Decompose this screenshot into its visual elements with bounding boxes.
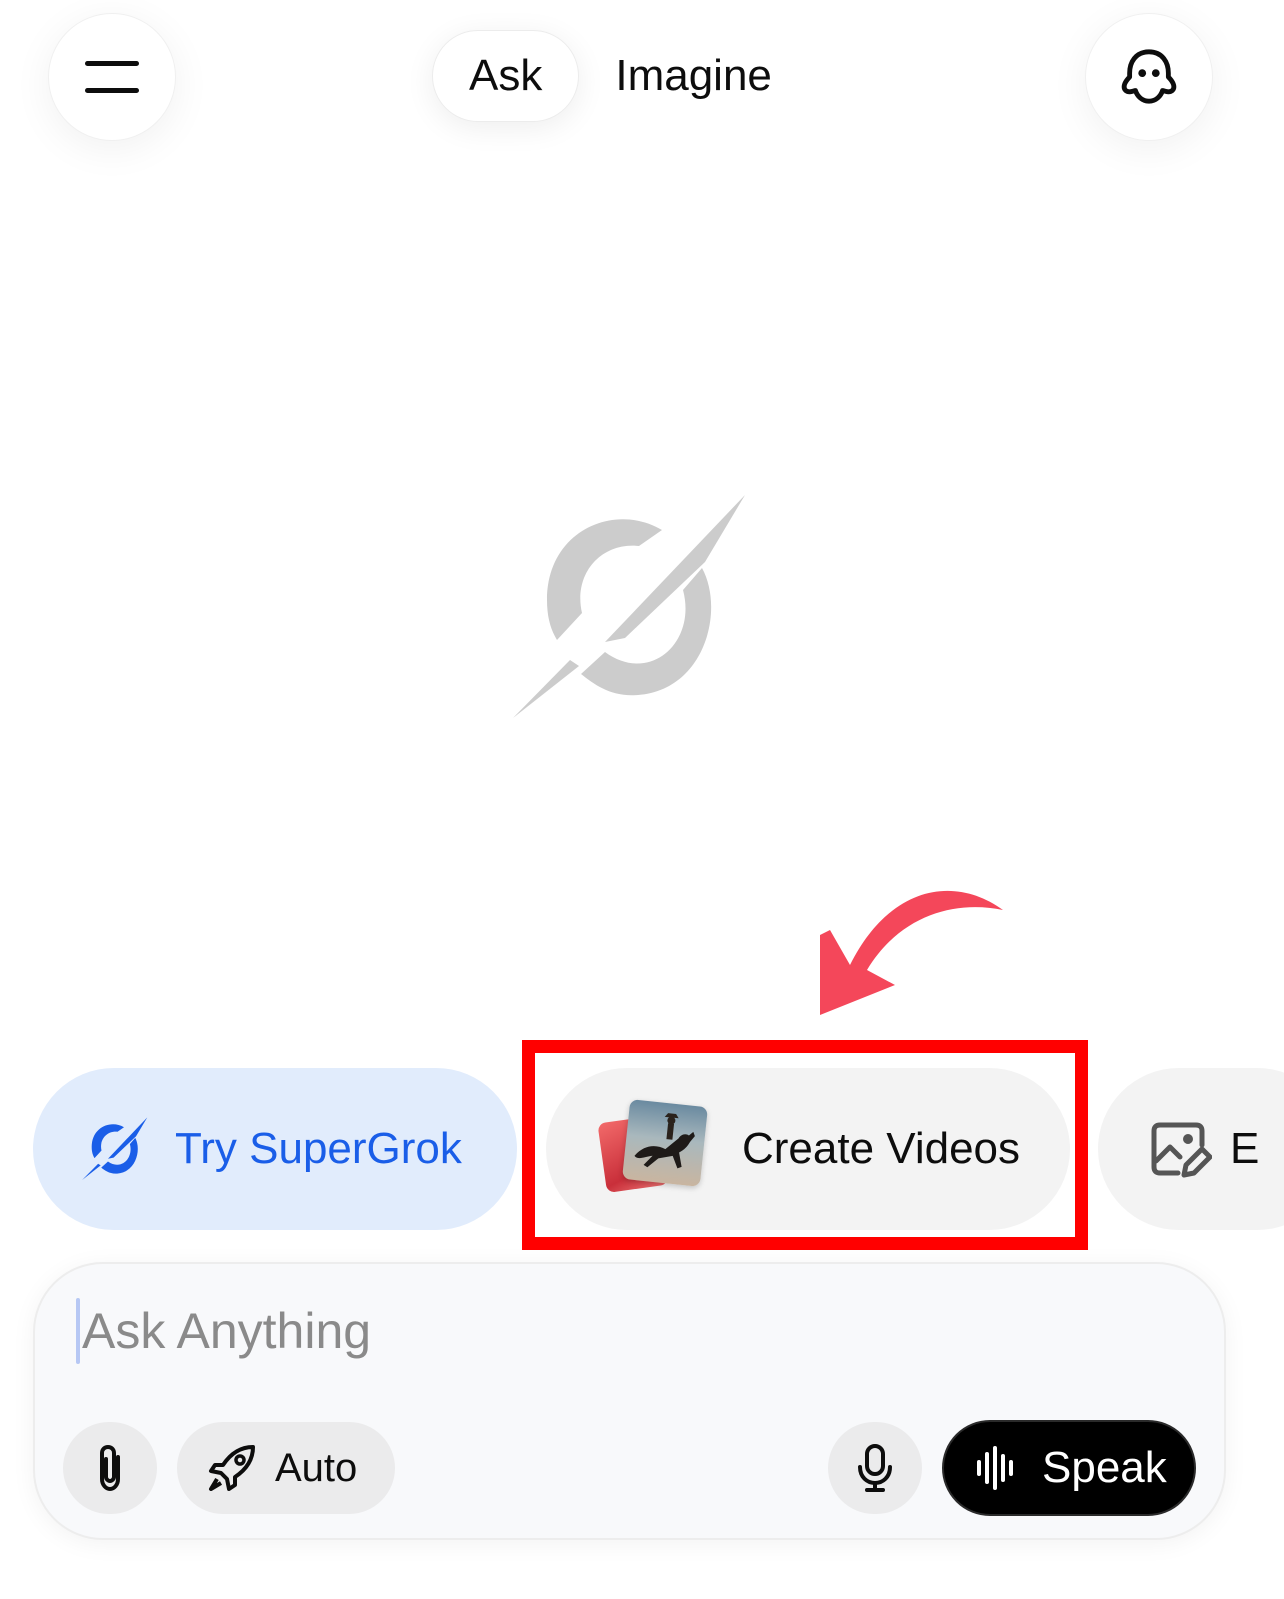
try-supergrok-label: Try SuperGrok: [175, 1124, 462, 1173]
microphone-icon: [858, 1444, 892, 1492]
rocket-icon: [209, 1445, 255, 1491]
grok-logo-icon: [82, 1117, 148, 1181]
image-edit-icon: [1151, 1122, 1212, 1178]
hamburger-menu-icon: [85, 61, 139, 93]
model-auto-button[interactable]: Auto: [177, 1422, 395, 1514]
annotation-arrow: [820, 890, 1003, 1015]
edit-image-chip[interactable]: E: [1098, 1068, 1284, 1230]
waveform-icon: [977, 1446, 1013, 1490]
menu-button[interactable]: [48, 13, 176, 141]
grok-logo-icon: [513, 495, 745, 718]
annotation-highlight-box: [522, 1040, 1088, 1250]
speak-button[interactable]: Speak: [942, 1420, 1196, 1516]
ghost-icon: [1121, 49, 1177, 104]
speak-label: Speak: [1042, 1443, 1167, 1492]
tab-imagine[interactable]: Imagine: [579, 30, 808, 122]
attach-button[interactable]: [63, 1422, 157, 1514]
mode-tabs: Ask Imagine: [432, 30, 808, 122]
edit-image-label: E: [1230, 1124, 1260, 1173]
private-chat-button[interactable]: [1085, 13, 1213, 141]
try-supergrok-chip[interactable]: Try SuperGrok: [33, 1068, 517, 1230]
microphone-button[interactable]: [828, 1422, 922, 1514]
ask-anything-input[interactable]: Ask Anything: [82, 1302, 371, 1360]
tab-ask[interactable]: Ask: [432, 30, 580, 122]
auto-label: Auto: [275, 1445, 358, 1490]
text-caret: [76, 1298, 80, 1364]
paperclip-icon: [100, 1444, 120, 1492]
